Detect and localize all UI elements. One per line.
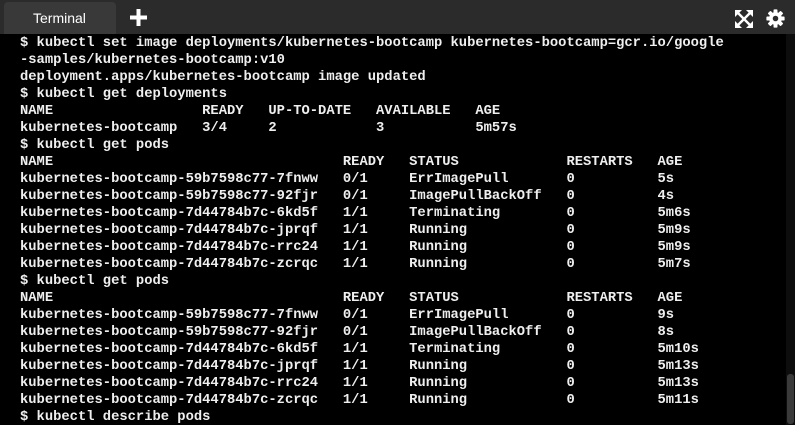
- tab-label: Terminal: [33, 10, 86, 26]
- terminal-line: kubernetes-bootcamp-7d44784b7c-jprqf 1/1…: [20, 359, 699, 374]
- terminal-line: deployment.apps/kubernetes-bootcamp imag…: [20, 70, 426, 85]
- terminal-line: kubernetes-bootcamp-7d44784b7c-zcrqc 1/1…: [20, 257, 691, 272]
- terminal-line: kubernetes-bootcamp-7d44784b7c-6kd5f 1/1…: [20, 342, 699, 357]
- terminal-line: kubernetes-bootcamp-7d44784b7c-rrc24 1/1…: [20, 240, 691, 255]
- gear-icon[interactable]: [766, 9, 785, 28]
- fullscreen-icon[interactable]: [735, 10, 753, 28]
- terminal-line: kubernetes-bootcamp-59b7598c77-92fjr 0/1…: [20, 189, 675, 204]
- terminal-window: Terminal $ kubectl set image deployments…: [0, 0, 795, 425]
- terminal-line: kubernetes-bootcamp-7d44784b7c-6kd5f 1/1…: [20, 206, 691, 221]
- terminal-line: kubernetes-bootcamp-7d44784b7c-jprqf 1/1…: [20, 223, 691, 238]
- scrollbar[interactable]: [786, 34, 795, 425]
- terminal-line: NAME READY STATUS RESTARTS AGE: [20, 155, 683, 170]
- terminal-line: $ kubectl get deployments: [20, 87, 227, 102]
- terminal-output[interactable]: $ kubectl set image deployments/kubernet…: [0, 34, 786, 425]
- tab-bar: Terminal: [0, 0, 795, 34]
- terminal-line: NAME READY UP-TO-DATE AVAILABLE AGE: [20, 104, 501, 119]
- scrollbar-thumb[interactable]: [787, 374, 794, 424]
- terminal-line: kubernetes-bootcamp 3/4 2 3 5m57s: [20, 121, 517, 136]
- terminal-line: kubernetes-bootcamp-59b7598c77-7fnww 0/1…: [20, 172, 675, 187]
- terminal-line: kubernetes-bootcamp-7d44784b7c-zcrqc 1/1…: [20, 393, 699, 408]
- plus-icon[interactable]: [130, 9, 147, 26]
- terminal-line: $ kubectl set image deployments/kubernet…: [20, 36, 724, 51]
- terminal-line: kubernetes-bootcamp-7d44784b7c-rrc24 1/1…: [20, 376, 699, 391]
- terminal-line: kubernetes-bootcamp-59b7598c77-92fjr 0/1…: [20, 325, 675, 340]
- terminal-line: $ kubectl get pods: [20, 274, 170, 289]
- terminal-line: kubernetes-bootcamp-59b7598c77-7fnww 0/1…: [20, 308, 675, 323]
- terminal-line: NAME READY STATUS RESTARTS AGE: [20, 291, 683, 306]
- tab-terminal[interactable]: Terminal: [4, 2, 116, 34]
- terminal-line: $ kubectl get pods: [20, 138, 170, 153]
- terminal-prompt-line: $ kubectl describe pods: [20, 410, 211, 425]
- terminal-line: -samples/kubernetes-bootcamp:v10: [20, 53, 285, 68]
